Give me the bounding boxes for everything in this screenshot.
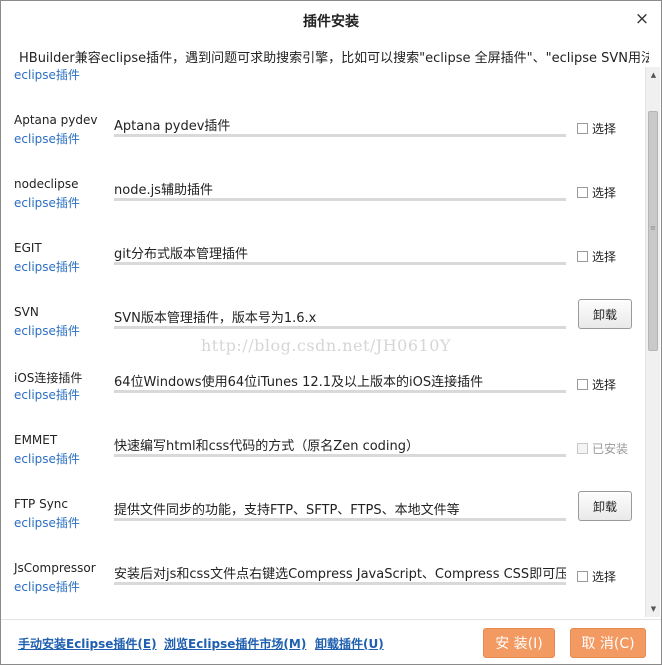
checkbox-box[interactable]: [577, 251, 588, 262]
plugin-name: EMMET: [14, 433, 58, 447]
watermark: http://blog.csdn.net/JH0610Y: [201, 336, 451, 355]
plugin-description: 安装后对js和css文件点右键选Compress JavaScript、Comp…: [114, 563, 566, 585]
checkbox-box[interactable]: [577, 187, 588, 198]
plugin-description: 快速编写html和css代码的方式（原名Zen coding）: [114, 435, 566, 457]
checkbox-label: 选择: [592, 570, 617, 584]
plugin-description: SVN版本管理插件，版本号为1.6.x: [114, 307, 566, 329]
plugin-name: Aptana pydev: [14, 113, 98, 127]
scroll-up-arrow-icon[interactable]: ▲: [646, 67, 661, 83]
plugin-row: EGIT eclipse插件 git分布式版本管理插件 选择: [2, 241, 644, 305]
checkbox-label: 选择: [592, 250, 617, 264]
checkbox-box[interactable]: [577, 123, 588, 134]
select-checkbox[interactable]: 选择: [577, 568, 616, 585]
uninstall-plugin-link[interactable]: 卸载插件(U): [315, 635, 384, 652]
plugin-name: SVN: [14, 305, 39, 319]
plugin-row: FTP Sync eclipse插件 提供文件同步的功能，支持FTP、SFTP、FT…: [2, 491, 644, 561]
plugin-type-link[interactable]: eclipse插件: [14, 130, 80, 147]
plugin-row: nodeclipse eclipse插件 node.js辅助插件 选择: [2, 177, 644, 241]
plugin-row: iOS连接插件 eclipse插件 64位Windows使用64位iTunes 12…: [2, 369, 644, 433]
plugin-row: EMMET eclipse插件 快速编写html和css代码的方式（原名Zen co…: [2, 433, 644, 497]
dialog-title: 插件安装: [303, 14, 359, 30]
plugin-type-link[interactable]: eclipse插件: [14, 258, 80, 275]
plugin-description: git分布式版本管理插件: [114, 243, 566, 265]
scroll-down-arrow-icon[interactable]: ▼: [646, 601, 661, 617]
plugin-description: 64位Windows使用64位iTunes 12.1及以上版本的iOS连接插件: [114, 371, 566, 393]
dialog-subtitle: HBuilder兼容eclipse插件，遇到问题可求助搜索引擎，比如可以搜索"e…: [19, 51, 649, 66]
checkbox-label: 已安装: [592, 442, 629, 456]
grip-icon: ≡: [650, 224, 656, 232]
uninstall-button[interactable]: 卸载: [578, 299, 632, 329]
checkbox-label: 选择: [592, 186, 617, 200]
installed-checkbox: 已安装: [577, 440, 628, 457]
plugin-name: EGIT: [14, 241, 42, 255]
select-checkbox[interactable]: 选择: [577, 120, 616, 137]
plugin-type-link[interactable]: eclipse插件: [14, 578, 80, 595]
install-button[interactable]: 安 装(I): [483, 628, 555, 658]
plugin-type-link[interactable]: eclipse插件: [14, 450, 80, 467]
checkbox-label: 选择: [592, 122, 617, 136]
plugin-link-partial[interactable]: eclipse插件: [14, 67, 80, 83]
plugin-row: Aptana pydev eclipse插件 Aptana pydev插件 选择: [2, 113, 644, 177]
cancel-button[interactable]: 取 消(C): [570, 628, 646, 658]
plugin-name: nodeclipse: [14, 177, 79, 191]
plugin-type-link[interactable]: eclipse插件: [14, 194, 80, 211]
close-icon[interactable]: ×: [633, 10, 651, 28]
plugin-name: FTP Sync: [14, 497, 68, 511]
plugin-description: Aptana pydev插件: [114, 115, 566, 137]
select-checkbox[interactable]: 选择: [577, 184, 616, 201]
plugin-description: 提供文件同步的功能，支持FTP、SFTP、FTPS、本地文件等: [114, 499, 566, 521]
plugin-row: JsCompressor eclipse插件 安装后对js和css文件点右键选Com…: [2, 561, 644, 617]
select-checkbox[interactable]: 选择: [577, 248, 616, 265]
dialog-footer: 手动安装Eclipse插件(E) 浏览Eclipse插件市场(M) 卸载插件(U…: [1, 619, 661, 664]
plugin-type-link[interactable]: eclipse插件: [14, 386, 80, 403]
plugin-type-link[interactable]: eclipse插件: [14, 322, 80, 339]
manual-install-link[interactable]: 手动安装Eclipse插件(E): [18, 635, 157, 652]
scroll-thumb[interactable]: ≡: [648, 111, 658, 351]
uninstall-button[interactable]: 卸载: [578, 491, 632, 521]
checkbox-box[interactable]: [577, 571, 588, 582]
checkbox-box: [577, 443, 588, 454]
select-checkbox[interactable]: 选择: [577, 376, 616, 393]
checkbox-box[interactable]: [577, 379, 588, 390]
plugin-description: node.js辅助插件: [114, 179, 566, 201]
checkbox-label: 选择: [592, 378, 617, 392]
plugin-type-link[interactable]: eclipse插件: [14, 514, 80, 531]
plugin-install-dialog: 插件安装 × HBuilder兼容eclipse插件，遇到问题可求助搜索引擎，比…: [0, 0, 662, 665]
plugin-name: iOS连接插件: [14, 371, 83, 385]
browse-market-link[interactable]: 浏览Eclipse插件市场(M): [164, 635, 306, 652]
list-scrollbar[interactable]: ▲ ≡ ▼: [645, 67, 660, 617]
plugin-name: JsCompressor: [14, 561, 96, 575]
